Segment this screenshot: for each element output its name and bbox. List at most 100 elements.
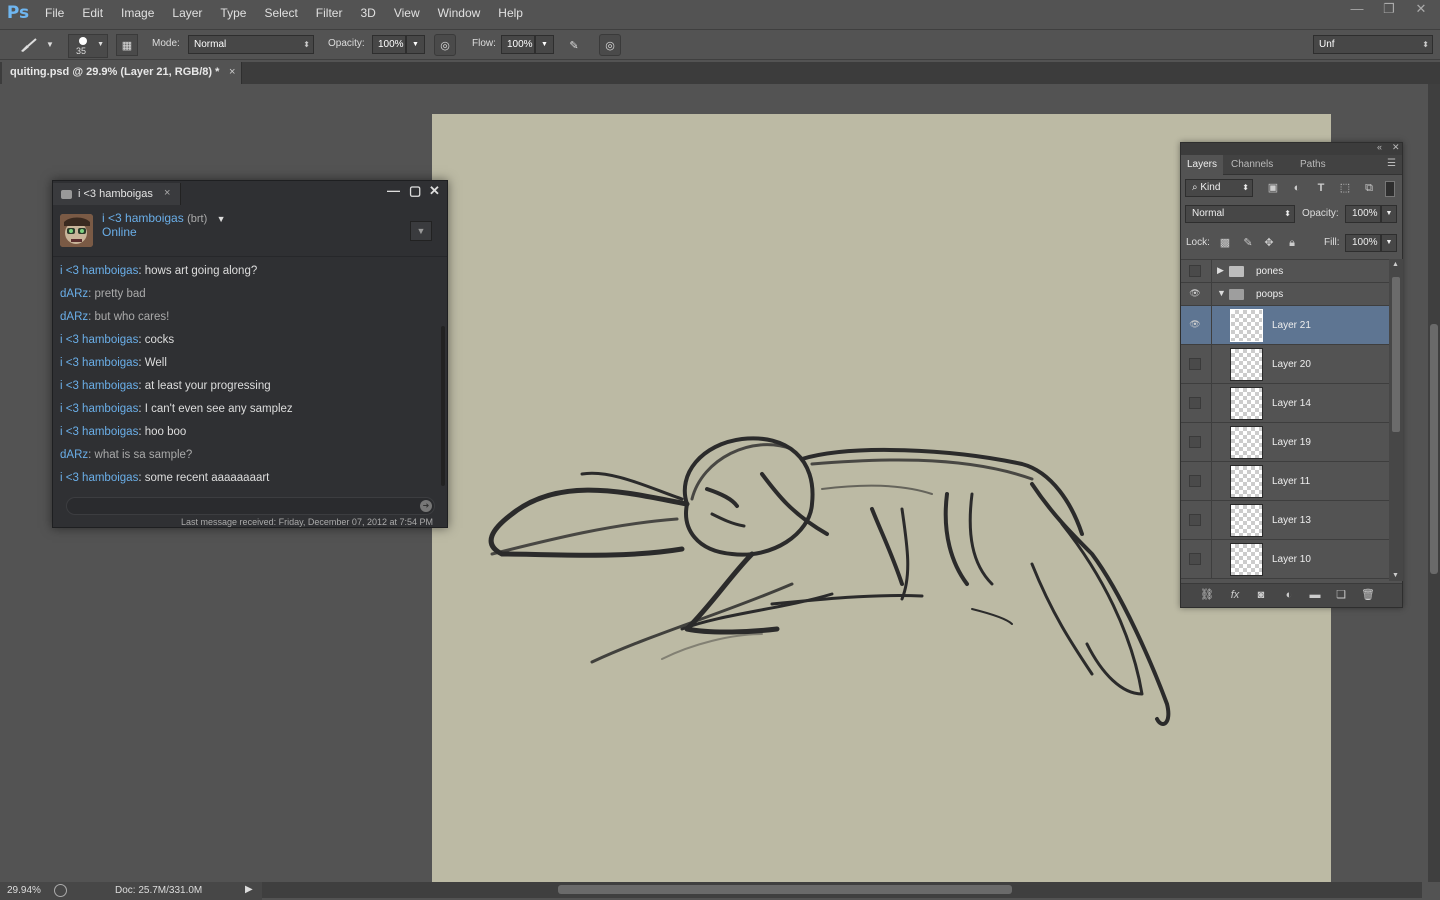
menu-3d[interactable]: 3D: [351, 0, 384, 26]
menu-view[interactable]: View: [385, 0, 429, 26]
message-sender[interactable]: dARz: [60, 449, 88, 461]
fill-dropdown-icon[interactable]: ▼: [1381, 234, 1397, 252]
send-icon[interactable]: ➜: [420, 500, 432, 512]
layers-scroll-thumb[interactable]: [1392, 277, 1400, 432]
close-icon[interactable]: ×: [164, 187, 170, 199]
vertical-scrollbar[interactable]: [1428, 84, 1440, 882]
layer-group-row[interactable]: 👁︎ ▼ poops: [1181, 283, 1389, 306]
flow-input[interactable]: 100%: [501, 35, 535, 54]
message-sender[interactable]: i <3 hamboigas: [60, 426, 138, 438]
status-info-icon[interactable]: [54, 884, 67, 897]
message-sender[interactable]: i <3 hamboigas: [60, 380, 138, 392]
scroll-down-icon[interactable]: ▼: [1392, 572, 1399, 579]
menu-select[interactable]: Select: [255, 0, 306, 26]
menu-edit[interactable]: Edit: [73, 0, 112, 26]
layer-row[interactable]: Layer 19: [1181, 423, 1389, 462]
menu-layer[interactable]: Layer: [163, 0, 211, 26]
menu-image[interactable]: Image: [112, 0, 163, 26]
tab-channels[interactable]: Channels: [1225, 155, 1279, 175]
lock-all-icon[interactable]: 🔒︎: [1285, 236, 1299, 250]
layer-style-icon[interactable]: fx: [1227, 588, 1243, 602]
brush-tool-icon[interactable]: [18, 34, 40, 56]
visibility-toggle[interactable]: [1189, 553, 1201, 565]
expand-arrow-icon[interactable]: ▶: [1217, 265, 1224, 276]
visibility-toggle[interactable]: [1189, 358, 1201, 370]
close-icon[interactable]: ✕: [1412, 0, 1430, 18]
minimize-icon[interactable]: —: [1348, 0, 1366, 18]
tool-preset-arrow-icon[interactable]: ▼: [46, 40, 54, 49]
layer-row[interactable]: Layer 13: [1181, 501, 1389, 540]
message-sender[interactable]: i <3 hamboigas: [60, 334, 138, 346]
message-sender[interactable]: i <3 hamboigas: [60, 472, 138, 484]
layer-row[interactable]: Layer 10: [1181, 540, 1389, 579]
layer-opacity-input[interactable]: 100%: [1345, 205, 1381, 223]
eye-icon[interactable]: 👁︎: [1189, 319, 1201, 331]
eye-icon[interactable]: 👁︎: [1189, 288, 1201, 300]
chat-tab[interactable]: i <3 hamboigas ×: [53, 183, 181, 205]
visibility-toggle[interactable]: [1189, 514, 1201, 526]
type-filter-icon[interactable]: T: [1314, 181, 1328, 195]
layer-group-row[interactable]: ▶ pones: [1181, 260, 1389, 283]
link-layers-icon[interactable]: ⛓︎: [1199, 588, 1215, 602]
message-sender[interactable]: dARz: [60, 288, 88, 300]
adjustment-layer-icon[interactable]: ◐: [1281, 588, 1297, 602]
brush-panel-icon[interactable]: ▦: [116, 34, 138, 56]
pressure-size-icon[interactable]: ◎: [599, 34, 621, 56]
lock-pixels-icon[interactable]: ✎: [1241, 236, 1255, 250]
close-icon[interactable]: ×: [229, 62, 235, 83]
chat-options-button[interactable]: ▼: [410, 221, 432, 241]
blend-mode-select[interactable]: Normal ⬍: [1185, 205, 1295, 223]
close-icon[interactable]: ✕: [429, 183, 440, 199]
avatar[interactable]: [60, 214, 93, 247]
workspace-select[interactable]: Unf ⬍: [1313, 35, 1433, 54]
trash-icon[interactable]: 🗑︎: [1360, 588, 1376, 602]
vertical-scroll-thumb[interactable]: [1430, 324, 1438, 574]
filter-toggle-icon[interactable]: [1385, 181, 1395, 197]
menu-filter[interactable]: Filter: [307, 0, 352, 26]
message-sender[interactable]: i <3 hamboigas: [60, 357, 138, 369]
message-sender[interactable]: i <3 hamboigas: [60, 265, 138, 277]
adjustment-filter-icon[interactable]: ◐: [1290, 181, 1304, 195]
new-layer-icon[interactable]: ❏: [1333, 588, 1349, 602]
shape-filter-icon[interactable]: ⬚: [1338, 181, 1352, 195]
visibility-toggle[interactable]: [1189, 397, 1201, 409]
visibility-toggle[interactable]: [1189, 436, 1201, 448]
message-sender[interactable]: dARz: [60, 311, 88, 323]
contact-name[interactable]: i <3 hamboigas (brt) ▼: [102, 211, 226, 225]
scroll-up-icon[interactable]: ▲: [1392, 261, 1399, 268]
menu-file[interactable]: File: [36, 0, 73, 26]
tab-paths[interactable]: Paths: [1294, 155, 1332, 175]
pixel-filter-icon[interactable]: ▣: [1266, 181, 1280, 195]
tab-layers[interactable]: Layers: [1181, 155, 1224, 175]
opacity-dropdown-icon[interactable]: ▼: [406, 35, 425, 54]
restore-icon[interactable]: ❐: [1380, 0, 1398, 18]
flow-dropdown-icon[interactable]: ▼: [535, 35, 554, 54]
minimize-icon[interactable]: —: [387, 183, 400, 198]
mode-select[interactable]: Normal ⬍: [188, 35, 314, 54]
close-icon[interactable]: ✕: [1392, 142, 1400, 153]
play-arrow-icon[interactable]: ▶: [245, 884, 253, 895]
chat-scrollbar[interactable]: [441, 326, 445, 486]
visibility-toggle[interactable]: [1189, 475, 1201, 487]
maximize-icon[interactable]: ▢: [409, 183, 421, 199]
airbrush-icon[interactable]: ✎: [563, 34, 585, 56]
layer-row[interactable]: Layer 14: [1181, 384, 1389, 423]
visibility-toggle[interactable]: [1189, 265, 1201, 277]
brush-size-picker[interactable]: 35 ▼: [68, 34, 108, 58]
menu-window[interactable]: Window: [429, 0, 490, 26]
message-sender[interactable]: i <3 hamboigas: [60, 403, 138, 415]
layers-scrollbar[interactable]: ▲ ▼: [1389, 259, 1403, 581]
panel-menu-icon[interactable]: ☰: [1387, 158, 1396, 169]
lock-transparency-icon[interactable]: ▩: [1218, 236, 1232, 250]
layer-row[interactable]: Layer 20: [1181, 345, 1389, 384]
opacity-input[interactable]: 100%: [372, 35, 406, 54]
menu-type[interactable]: Type: [211, 0, 255, 26]
smart-object-filter-icon[interactable]: ⧉: [1362, 181, 1376, 195]
layer-row[interactable]: 👁︎ Layer 21: [1181, 306, 1389, 345]
collapse-arrow-icon[interactable]: ▼: [1217, 288, 1226, 298]
lock-position-icon[interactable]: ✥: [1262, 236, 1276, 250]
opacity-dropdown-icon[interactable]: ▼: [1381, 205, 1397, 223]
layer-fill-input[interactable]: 100%: [1345, 234, 1381, 252]
menu-help[interactable]: Help: [489, 0, 532, 26]
pressure-opacity-icon[interactable]: ◎: [434, 34, 456, 56]
